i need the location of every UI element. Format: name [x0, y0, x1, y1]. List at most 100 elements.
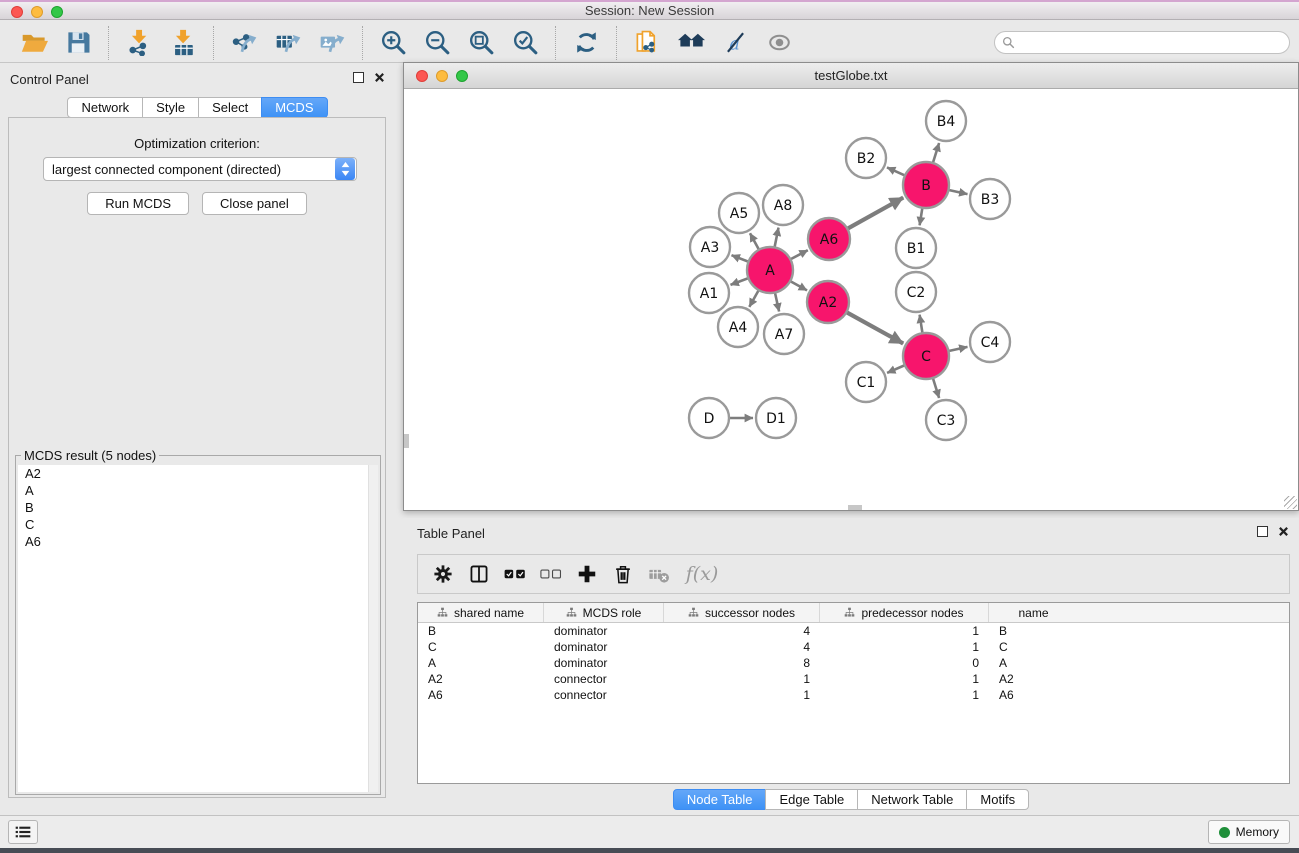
graph-node-A6[interactable]: A6 — [808, 218, 850, 260]
window-resize-grip[interactable] — [1284, 496, 1297, 509]
close-panel-button[interactable]: Close panel — [202, 192, 307, 215]
select-all-columns-button[interactable] — [500, 559, 530, 589]
table-row[interactable]: A6connector11A6 — [418, 687, 1289, 703]
graph-node-D[interactable]: D — [689, 398, 729, 438]
table-tab-network-table[interactable]: Network Table — [857, 789, 967, 810]
mcds-result-item[interactable]: B — [18, 499, 378, 516]
zoom-fit-button[interactable] — [463, 26, 499, 60]
graph-node-C2[interactable]: C2 — [896, 272, 936, 312]
table-header-row: shared nameMCDS rolesuccessor nodesprede… — [418, 603, 1289, 623]
table-row[interactable]: A2connector11A2 — [418, 671, 1289, 687]
graph-node-B1[interactable]: B1 — [896, 228, 936, 268]
minimize-window-button[interactable] — [31, 6, 43, 18]
new-network-from-selection-button[interactable] — [629, 26, 665, 60]
graph-node-A[interactable]: A — [747, 247, 793, 293]
graph-node-B3[interactable]: B3 — [970, 179, 1010, 219]
graph-node-D1[interactable]: D1 — [756, 398, 796, 438]
criterion-select[interactable]: largest connected component (directed) — [43, 157, 357, 181]
table-tab-edge-table[interactable]: Edge Table — [765, 789, 858, 810]
mcds-result-item[interactable]: A2 — [18, 465, 378, 482]
close-window-button[interactable] — [11, 6, 23, 18]
table-cell: connector — [544, 687, 664, 703]
add-column-button[interactable] — [572, 559, 602, 589]
table-row[interactable]: Cdominator41C — [418, 639, 1289, 655]
mcds-result-item[interactable]: A6 — [18, 533, 378, 550]
search-input[interactable] — [1020, 34, 1289, 52]
network-close-button[interactable] — [416, 70, 428, 82]
network-vertical-scrollbar[interactable] — [404, 434, 409, 448]
graph-node-B[interactable]: B — [903, 162, 949, 208]
graph-node-C1[interactable]: C1 — [846, 362, 886, 402]
result-list-scrollbar[interactable] — [368, 465, 378, 792]
graph-node-A7[interactable]: A7 — [764, 314, 804, 354]
delete-table-button[interactable] — [644, 559, 674, 589]
export-table-button[interactable] — [270, 26, 306, 60]
memory-button[interactable]: Memory — [1208, 820, 1290, 844]
network-canvas[interactable]: B4 B2 B B3 A5A8A6 A3 A B1 A1 C2 A2 A4A7 C4 C C1 C3 D D1 — [404, 89, 1298, 510]
graph-node-A5[interactable]: A5 — [719, 193, 759, 233]
table-cell: 1 — [664, 687, 820, 703]
graph-node-A2[interactable]: A2 — [807, 281, 849, 323]
graph-node-C3[interactable]: C3 — [926, 400, 966, 440]
zoom-out-button[interactable] — [419, 26, 455, 60]
export-network-button[interactable] — [226, 26, 262, 60]
table-tab-motifs[interactable]: Motifs — [966, 789, 1029, 810]
column-header-successor-nodes[interactable]: successor nodes — [664, 603, 820, 622]
graph-node-A4[interactable]: A4 — [718, 307, 758, 347]
close-table-panel-icon[interactable] — [1278, 526, 1289, 537]
export-image-button[interactable] — [314, 26, 350, 60]
show-graphics-details-button[interactable] — [761, 26, 797, 60]
tab-style[interactable]: Style — [142, 97, 199, 118]
mcds-result-item[interactable]: C — [18, 516, 378, 533]
import-network-button[interactable] — [121, 26, 157, 60]
table-row[interactable]: Bdominator41B — [418, 623, 1289, 639]
deselect-all-columns-button[interactable] — [536, 559, 566, 589]
network-minimize-button[interactable] — [436, 70, 448, 82]
table-row[interactable]: Adominator80A — [418, 655, 1289, 671]
graph-node-A3[interactable]: A3 — [690, 227, 730, 267]
desktop: Session: New Session a Control Panel — [0, 0, 1299, 853]
browser-home-button[interactable] — [673, 26, 709, 60]
tab-select[interactable]: Select — [198, 97, 262, 118]
column-header-shared-name[interactable]: shared name — [418, 603, 544, 622]
tab-mcds[interactable]: MCDS — [261, 97, 327, 118]
show-columns-button[interactable] — [464, 559, 494, 589]
graph-node-B4[interactable]: B4 — [926, 101, 966, 141]
graph-node-A8[interactable]: A8 — [763, 185, 803, 225]
close-panel-icon[interactable] — [374, 72, 385, 83]
table-settings-button[interactable] — [428, 559, 458, 589]
zoom-window-button[interactable] — [51, 6, 63, 18]
hide-labels-button[interactable]: a — [717, 26, 753, 60]
table-tab-node-table[interactable]: Node Table — [673, 789, 767, 810]
column-header-predecessor-nodes[interactable]: predecessor nodes — [820, 603, 989, 622]
float-table-panel-icon[interactable] — [1257, 526, 1268, 537]
run-mcds-button[interactable]: Run MCDS — [87, 192, 189, 215]
function-builder-button[interactable]: f(x) — [680, 559, 724, 589]
network-horizontal-scrollbar[interactable] — [848, 505, 862, 510]
open-file-button[interactable] — [16, 26, 52, 60]
network-zoom-button[interactable] — [456, 70, 468, 82]
float-panel-icon[interactable] — [353, 72, 364, 83]
refresh-view-button[interactable] — [568, 26, 604, 60]
graph-node-label: D — [704, 411, 715, 427]
import-table-button[interactable] — [165, 26, 201, 60]
table-cell: A — [418, 655, 544, 671]
column-header-mcds-role[interactable]: MCDS role — [544, 603, 664, 622]
zoom-selected-button[interactable] — [507, 26, 543, 60]
graph-node-C4[interactable]: C4 — [970, 322, 1010, 362]
graph-node-label: C3 — [937, 413, 956, 429]
graph-node-C[interactable]: C — [903, 333, 949, 379]
zoom-in-button[interactable] — [375, 26, 411, 60]
table-panel-title: Table Panel — [417, 526, 485, 541]
save-session-button[interactable] — [60, 26, 96, 60]
graph-node-label: B4 — [937, 114, 956, 130]
graph-node-A1[interactable]: A1 — [689, 273, 729, 313]
mcds-result-item[interactable]: A — [18, 482, 378, 499]
task-history-button[interactable] — [8, 820, 38, 844]
delete-columns-button[interactable] — [608, 559, 638, 589]
tab-network[interactable]: Network — [67, 97, 143, 118]
node-table: shared nameMCDS rolesuccessor nodesprede… — [417, 602, 1290, 784]
column-header-name[interactable]: name — [989, 603, 1078, 622]
table-cell: A6 — [418, 687, 544, 703]
graph-node-B2[interactable]: B2 — [846, 138, 886, 178]
